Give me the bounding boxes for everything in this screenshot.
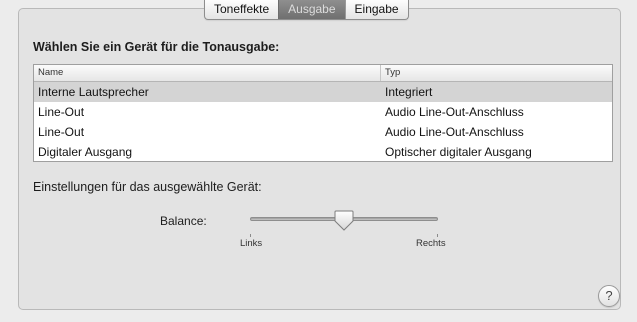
table-row[interactable]: Interne Lautsprecher Integriert bbox=[34, 82, 612, 102]
slider-thumb[interactable] bbox=[334, 210, 354, 232]
device-name: Interne Lautsprecher bbox=[38, 85, 149, 99]
device-type: Optischer digitaler Ausgang bbox=[385, 145, 532, 159]
slider-tick-left bbox=[250, 234, 251, 237]
output-device-heading: Wählen Sie ein Gerät für die Tonausgabe: bbox=[33, 40, 280, 54]
tab-eingabe[interactable]: Eingabe bbox=[344, 0, 408, 19]
device-name: Digitaler Ausgang bbox=[38, 145, 133, 159]
column-header-name[interactable]: Name bbox=[34, 65, 381, 81]
tab-bar: Toneffekte Ausgabe Eingabe bbox=[204, 0, 409, 20]
tab-toneffekte[interactable]: Toneffekte bbox=[205, 0, 278, 19]
balance-slider[interactable] bbox=[250, 210, 440, 237]
device-name: Line-Out bbox=[38, 125, 85, 139]
column-header-type[interactable]: Typ bbox=[381, 65, 612, 81]
slider-tick-right bbox=[437, 234, 438, 237]
output-device-table: Name Typ Interne Lautsprecher Integriert… bbox=[33, 64, 613, 162]
balance-right-label: Rechts bbox=[416, 238, 446, 249]
device-type: Audio Line-Out-Anschluss bbox=[385, 105, 524, 119]
table-row[interactable]: Line-Out Audio Line-Out-Anschluss bbox=[34, 102, 612, 122]
table-row[interactable]: Line-Out Audio Line-Out-Anschluss bbox=[34, 122, 612, 142]
balance-label: Balance: bbox=[160, 214, 207, 228]
help-button[interactable]: ? bbox=[598, 285, 620, 307]
help-icon: ? bbox=[605, 288, 613, 303]
device-settings-label: Einstellungen für das ausgewählte Gerät: bbox=[33, 180, 262, 194]
device-type: Integriert bbox=[385, 85, 433, 99]
tab-ausgabe[interactable]: Ausgabe bbox=[278, 0, 345, 19]
table-header: Name Typ bbox=[34, 65, 612, 82]
table-row[interactable]: Digitaler Ausgang Optischer digitaler Au… bbox=[34, 142, 612, 161]
device-type: Audio Line-Out-Anschluss bbox=[385, 125, 524, 139]
device-name: Line-Out bbox=[38, 105, 85, 119]
balance-left-label: Links bbox=[240, 238, 263, 249]
sound-preferences-window: Toneffekte Ausgabe Eingabe Wählen Sie ei… bbox=[0, 0, 637, 322]
